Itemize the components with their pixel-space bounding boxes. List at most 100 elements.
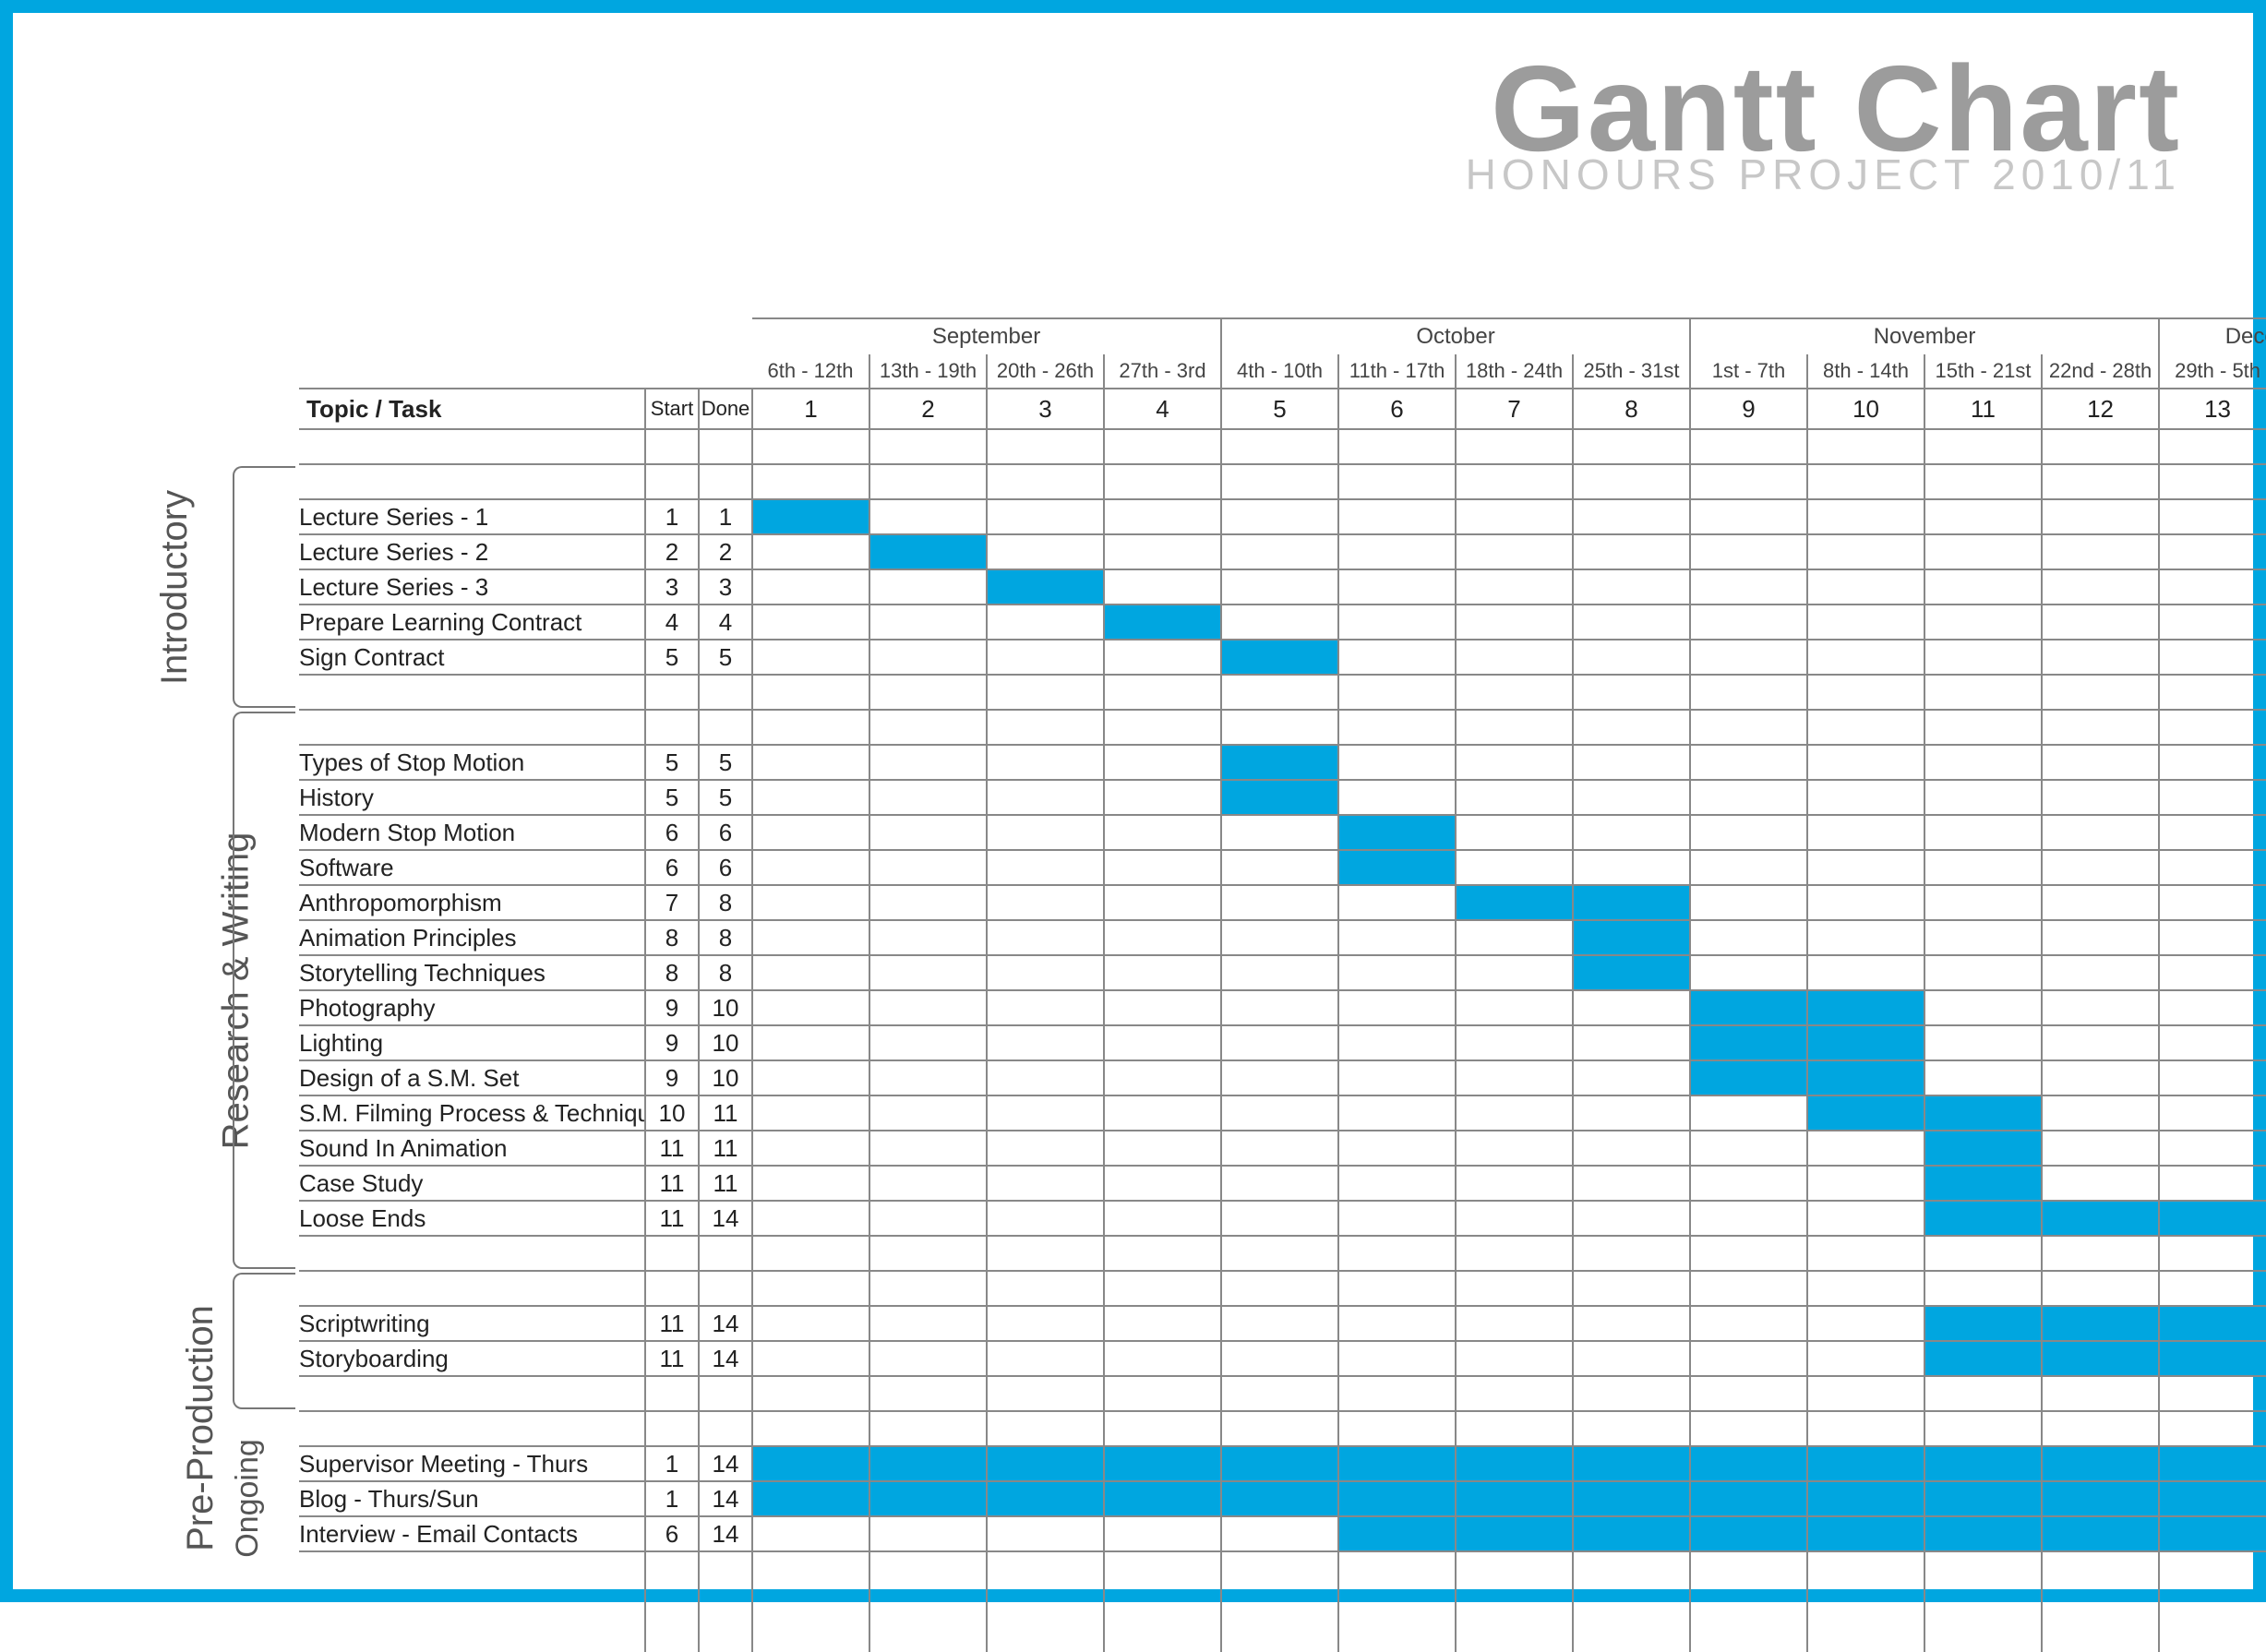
chart-subtitle: HONOURS PROJECT 2010/11 [1466, 157, 2181, 193]
gantt-cell [1924, 640, 2042, 675]
gantt-cell [1573, 1341, 1690, 1376]
gantt-cell [1338, 1341, 1456, 1376]
gantt-cell [987, 1446, 1104, 1481]
month-header: November [1690, 318, 2159, 354]
gantt-cell [2159, 1060, 2266, 1095]
gantt-cell [1573, 815, 1690, 850]
week-number: 2 [869, 389, 987, 429]
week-number: 8 [1573, 389, 1690, 429]
gantt-cell [1338, 1306, 1456, 1341]
gantt-cell [1573, 1131, 1690, 1166]
gantt-cell [1221, 815, 1338, 850]
month-header: October [1221, 318, 1690, 354]
gantt-cell [1807, 534, 1924, 569]
gantt-cell [1807, 1025, 1924, 1060]
gantt-cell [2042, 534, 2159, 569]
table-row: Interview - Email Contacts614 [78, 1516, 2266, 1551]
gantt-cell [2042, 1201, 2159, 1236]
gantt-cell [1573, 955, 1690, 990]
gantt-cell [1456, 780, 1573, 815]
gantt-cell [869, 1166, 987, 1201]
table-row: Supervisor Meeting - Thurs114 [78, 1446, 2266, 1481]
gantt-cell [1690, 885, 1807, 920]
task-name: Sign Contract [299, 640, 645, 675]
task-start: 9 [645, 990, 699, 1025]
gantt-cell [869, 1516, 987, 1551]
gantt-cell [2042, 990, 2159, 1025]
gantt-cell [1338, 850, 1456, 885]
gantt-cell [1807, 815, 1924, 850]
gantt-cell [1807, 1341, 1924, 1376]
gantt-cell [987, 850, 1104, 885]
gantt-cell [869, 569, 987, 605]
gantt-cell [1807, 920, 1924, 955]
task-name: Modern Stop Motion [299, 815, 645, 850]
task-done: 10 [699, 1025, 752, 1060]
gantt-cell [1338, 990, 1456, 1025]
gantt-cell [2042, 499, 2159, 534]
task-name: S.M. Filming Process & Techniques [299, 1095, 645, 1131]
gantt-cell [1690, 815, 1807, 850]
gantt-cell [1338, 1131, 1456, 1166]
task-start: 1 [645, 499, 699, 534]
task-name: Sound In Animation [299, 1131, 645, 1166]
gantt-cell [869, 1025, 987, 1060]
gantt-cell [2159, 990, 2266, 1025]
done-header: Done [699, 389, 752, 429]
gantt-cell [2159, 569, 2266, 605]
task-name: Lecture Series - 1 [299, 499, 645, 534]
table-row: Introductory [78, 464, 2266, 499]
task-start: 4 [645, 605, 699, 640]
gantt-cell [1807, 1306, 1924, 1341]
gantt-cell [1456, 1306, 1573, 1341]
table-row: Types of Stop Motion55 [78, 745, 2266, 780]
gap-row [78, 429, 2266, 464]
table-row: Storyboarding1114 [78, 1341, 2266, 1376]
gantt-cell [987, 815, 1104, 850]
gantt-cell [1807, 885, 1924, 920]
gantt-cell [752, 640, 869, 675]
task-name: History [299, 780, 645, 815]
section-label: Introductory [78, 464, 188, 710]
gantt-cell [752, 1095, 869, 1131]
table-row: Storytelling Techniques88 [78, 955, 2266, 990]
gantt-cell [2159, 1131, 2266, 1166]
task-name: Supervisor Meeting - Thurs [299, 1446, 645, 1481]
gantt-cell [1924, 1131, 2042, 1166]
week-number: 6 [1338, 389, 1456, 429]
gantt-cell [752, 534, 869, 569]
gantt-cell [1221, 605, 1338, 640]
task-start: 5 [645, 640, 699, 675]
gantt-cell [1104, 499, 1221, 534]
task-name: Blog - Thurs/Sun [299, 1481, 645, 1516]
gantt-cell [1573, 1516, 1690, 1551]
task-done: 2 [699, 534, 752, 569]
gantt-cell [1338, 955, 1456, 990]
week-range: 13th - 19th [869, 354, 987, 389]
gantt-cell [1690, 1166, 1807, 1201]
gantt-cell [1104, 1201, 1221, 1236]
gantt-cell [1221, 1341, 1338, 1376]
gantt-cell [1456, 569, 1573, 605]
gantt-cell [1807, 850, 1924, 885]
task-name: Storyboarding [299, 1341, 645, 1376]
gantt-cell [869, 1095, 987, 1131]
gantt-cell [1104, 920, 1221, 955]
table-row: Software66 [78, 850, 2266, 885]
gantt-cell [1690, 1025, 1807, 1060]
gantt-cell [1221, 1131, 1338, 1166]
gantt-cell [1104, 569, 1221, 605]
gantt-cell [2042, 1481, 2159, 1516]
page-frame: Gantt Chart HONOURS PROJECT 2010/11 Sept… [0, 0, 2266, 1602]
gantt-cell [1104, 640, 1221, 675]
task-done: 5 [699, 745, 752, 780]
gantt-cell [1573, 745, 1690, 780]
gantt-cell [1924, 1095, 2042, 1131]
month-header: September [752, 318, 1221, 354]
gantt-cell [1221, 640, 1338, 675]
week-range: 18th - 24th [1456, 354, 1573, 389]
gantt-cell [869, 1341, 987, 1376]
gantt-cell [1456, 1341, 1573, 1376]
gantt-cell [1456, 1446, 1573, 1481]
gantt-cell [1456, 1516, 1573, 1551]
